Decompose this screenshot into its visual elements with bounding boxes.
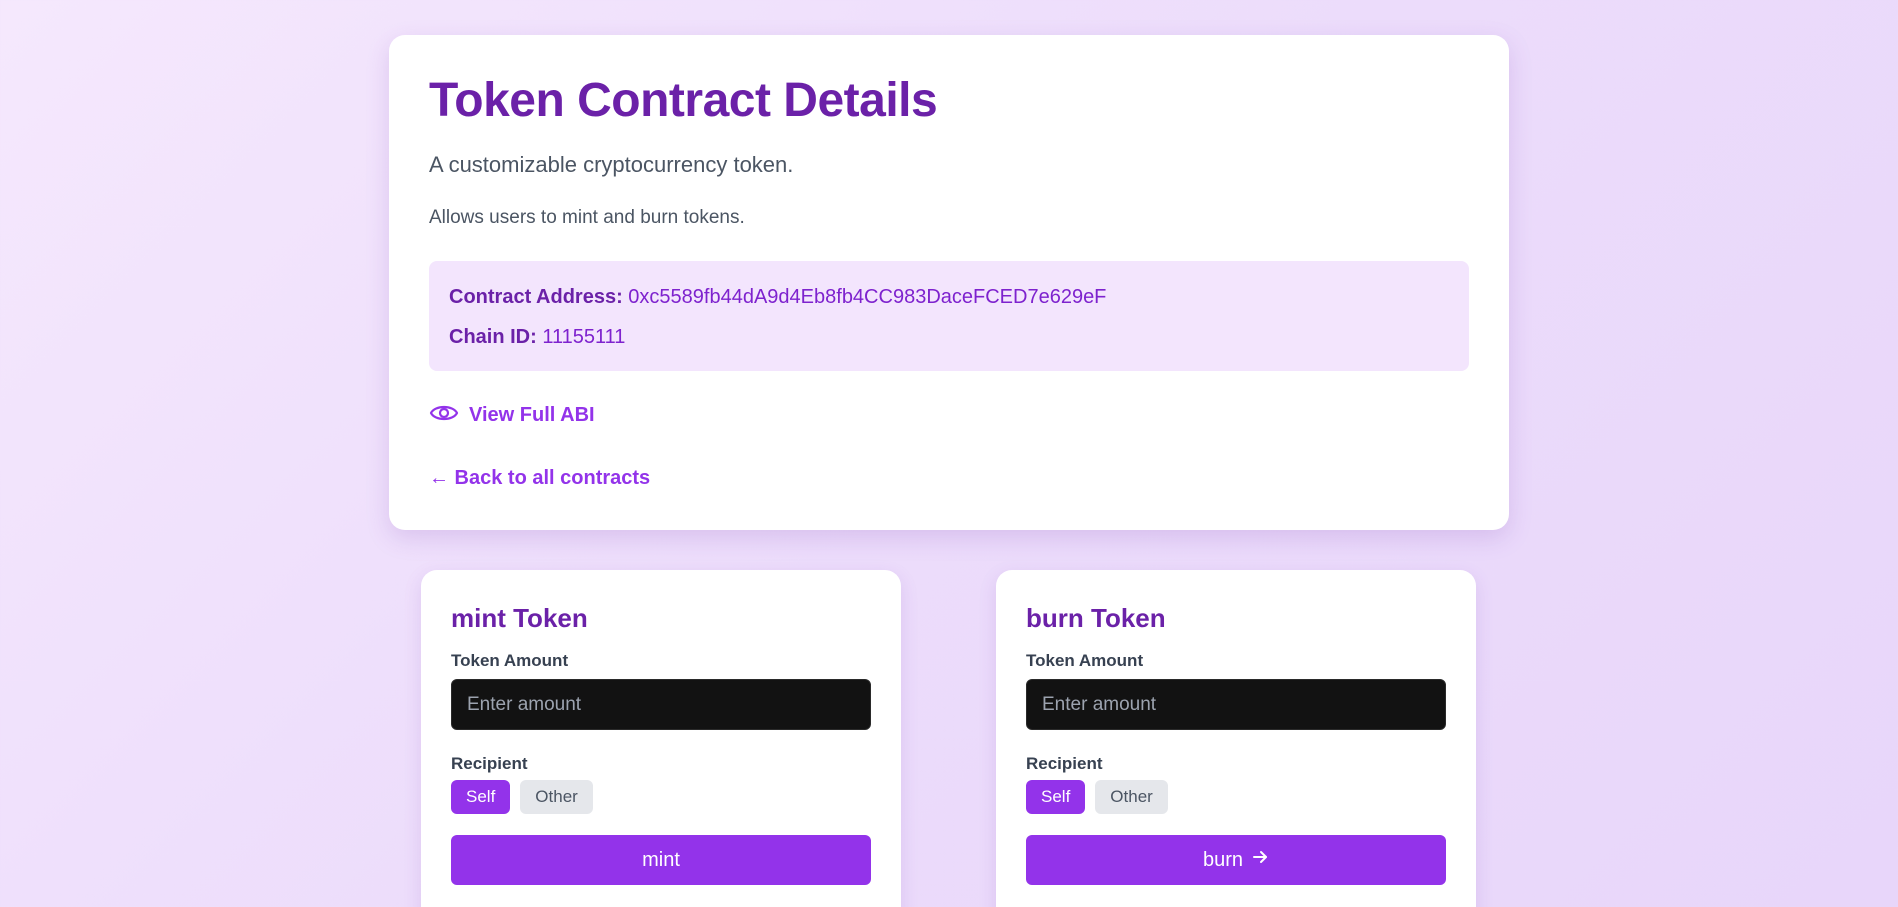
burn-submit-label: burn xyxy=(1202,848,1244,871)
contract-details-card: Token Contract Details A customizable cr… xyxy=(389,35,1509,530)
burn-token-card: burn Token Token Amount Recipient Self O… xyxy=(996,570,1476,907)
view-abi-label: View Full ABI xyxy=(469,404,595,427)
mint-recipient-toggle: Self Other xyxy=(451,780,871,814)
mint-amount-label: Token Amount xyxy=(451,651,569,670)
arrow-right-icon xyxy=(1251,848,1269,872)
mint-submit-label: mint xyxy=(642,848,680,871)
burn-recipient-self-button[interactable]: Self xyxy=(1026,780,1086,814)
chain-id-value: 11155111 xyxy=(542,325,626,348)
mint-amount-input[interactable] xyxy=(451,679,871,730)
chain-id-row: Chain ID: 11155111 xyxy=(449,325,1449,349)
contract-info-box: Contract Address: 0xc5589fb44dA9d4Eb8fb4… xyxy=(429,260,1469,371)
burn-recipient-label: Recipient xyxy=(1026,754,1103,773)
mint-card-title: mint Token xyxy=(451,603,588,633)
mint-recipient-self-button[interactable]: Self xyxy=(451,780,511,814)
contract-address-value: 0xc5589fb44dA9d4Eb8fb4CC983DaceFCED7e629… xyxy=(628,285,1107,308)
chain-id-label: Chain ID: xyxy=(449,325,537,348)
mint-recipient-label: Recipient xyxy=(451,754,528,773)
mint-recipient-other-button[interactable]: Other xyxy=(520,780,593,814)
burn-amount-label: Token Amount xyxy=(1026,651,1144,670)
burn-submit-button[interactable]: burn xyxy=(1026,835,1446,885)
burn-card-title: burn Token xyxy=(1026,603,1166,633)
view-abi-link[interactable]: View Full ABI xyxy=(429,401,595,431)
page-title: Token Contract Details xyxy=(429,74,938,127)
mint-submit-button[interactable]: mint xyxy=(451,835,871,885)
eye-icon xyxy=(429,401,459,431)
contract-description: Allows users to mint and burn tokens. xyxy=(429,206,745,228)
burn-recipient-toggle: Self Other xyxy=(1026,780,1446,814)
contract-address-row: Contract Address: 0xc5589fb44dA9d4Eb8fb4… xyxy=(449,285,1449,309)
burn-amount-input[interactable] xyxy=(1026,679,1446,730)
mint-token-card: mint Token Token Amount Recipient Self O… xyxy=(421,570,901,907)
contract-address-label: Contract Address: xyxy=(449,285,623,308)
contract-subtitle: A customizable cryptocurrency token. xyxy=(429,151,794,177)
back-to-contracts-link[interactable]: ← Back to all contracts xyxy=(429,467,1469,490)
burn-recipient-other-button[interactable]: Other xyxy=(1095,780,1168,814)
